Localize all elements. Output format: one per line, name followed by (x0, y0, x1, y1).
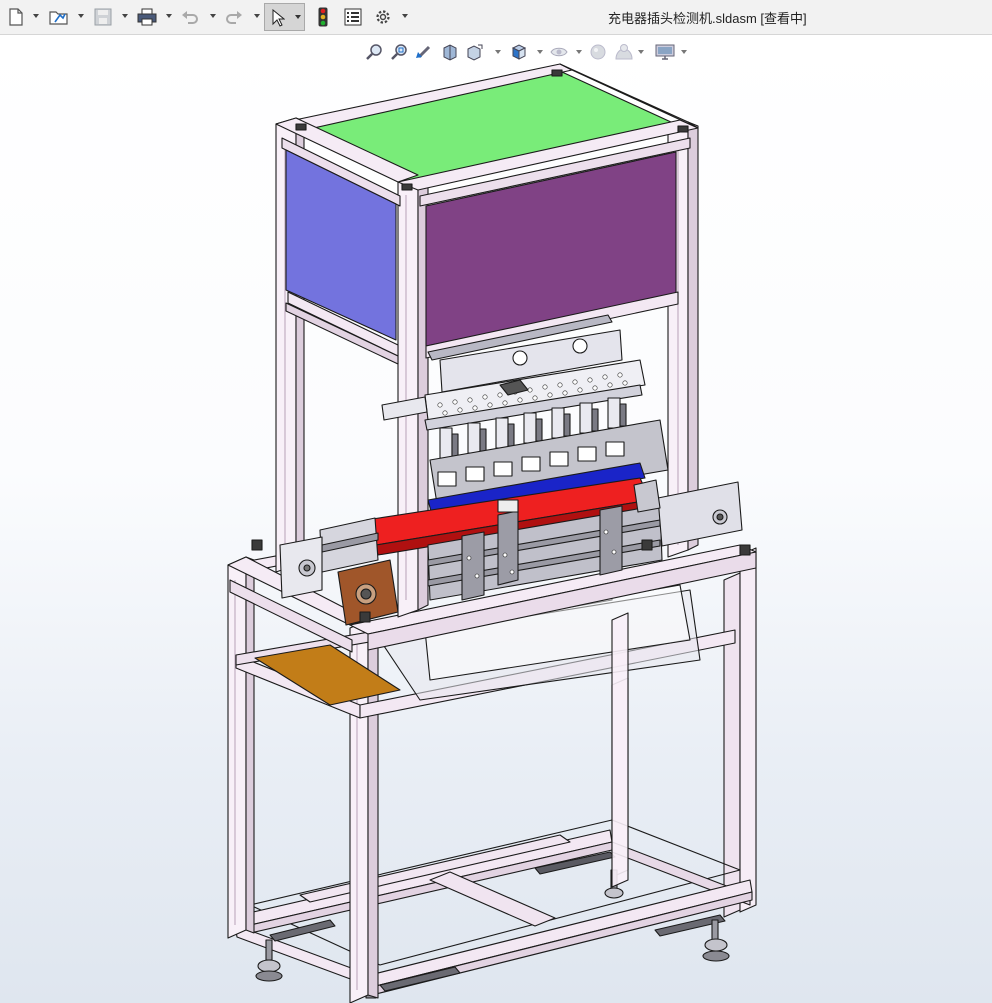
open-icon[interactable] (48, 5, 70, 29)
print-icon[interactable] (136, 5, 158, 29)
redo-dropdown-arrow[interactable] (254, 14, 260, 18)
save-dropdown-arrow[interactable] (122, 14, 128, 18)
graphics-area[interactable] (0, 35, 992, 1003)
front-cover-panel (425, 151, 677, 347)
new-dropdown-arrow[interactable] (33, 14, 39, 18)
select-dropdown-arrow[interactable] (295, 15, 301, 19)
gear-icon[interactable] (373, 5, 393, 29)
save-icon[interactable] (93, 5, 113, 29)
print-dropdown-arrow[interactable] (166, 14, 172, 18)
select-button[interactable] (264, 3, 305, 31)
file-properties-icon[interactable] (342, 5, 364, 29)
undo-dropdown-arrow[interactable] (210, 14, 216, 18)
undo-icon[interactable] (180, 5, 200, 29)
select-icon (272, 9, 285, 27)
open-dropdown-arrow[interactable] (78, 14, 84, 18)
traffic-light-icon[interactable] (314, 5, 332, 29)
options-dropdown-arrow[interactable] (402, 14, 408, 18)
window-title: 充电器插头检测机.sldasm [查看中] (608, 11, 807, 26)
main-toolbar: 充电器插头检测机.sldasm [查看中] (0, 0, 992, 35)
new-document-icon[interactable] (6, 5, 26, 29)
assembly-model[interactable] (0, 35, 992, 1003)
redo-icon[interactable] (224, 5, 244, 29)
